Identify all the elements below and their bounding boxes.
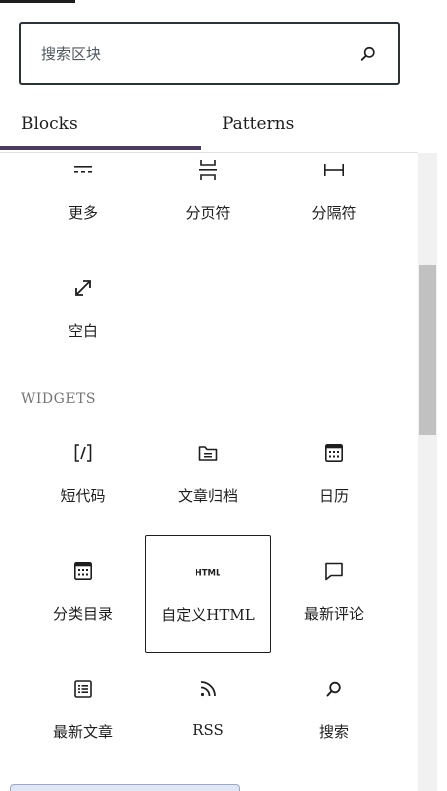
- block-rss[interactable]: RSS: [145, 653, 271, 771]
- block-page-break[interactable]: 分页符: [145, 153, 271, 252]
- block-label: 更多: [67, 204, 98, 222]
- block-label: 自定义HTML: [161, 606, 255, 624]
- archive-icon: [198, 446, 218, 461]
- search-icon[interactable]: [358, 44, 378, 64]
- active-tab-indicator: [0, 146, 201, 150]
- block-shortcode[interactable]: 短代码: [20, 417, 146, 535]
- separator-icon: [324, 164, 344, 176]
- tab-patterns[interactable]: Patterns: [201, 100, 418, 152]
- block-label: RSS: [192, 721, 224, 739]
- block-label: 最新评论: [303, 605, 364, 623]
- top-edge-line: [0, 0, 75, 3]
- block-label: 短代码: [60, 487, 106, 505]
- block-spacer[interactable]: 空白: [20, 252, 146, 370]
- search-icon: [326, 681, 341, 697]
- shortcode-icon: [74, 444, 92, 462]
- scrollbar-thumb[interactable]: [419, 265, 436, 435]
- block-search[interactable]: 搜索: [271, 653, 397, 771]
- list-icon: [74, 680, 92, 698]
- block-separator[interactable]: 分隔符: [271, 153, 397, 252]
- block-label: 搜索: [318, 723, 349, 741]
- block-archives[interactable]: 文章归档: [145, 417, 271, 535]
- more-icon: [74, 166, 92, 173]
- block-label: 日历: [318, 487, 349, 505]
- html-icon-text: HTML: [196, 569, 220, 579]
- block-label: 分页符: [185, 204, 231, 222]
- block-search[interactable]: [19, 22, 400, 85]
- page-break-icon: [199, 160, 217, 180]
- block-categories[interactable]: 分类目录: [20, 535, 146, 653]
- categories-icon: [73, 561, 92, 580]
- section-title-widgets: WIDGETS: [21, 391, 96, 407]
- block-more[interactable]: 更多: [20, 153, 146, 252]
- spacer-icon: [75, 280, 91, 296]
- block-latest-posts[interactable]: 最新文章: [20, 653, 146, 771]
- scrollbar[interactable]: [418, 153, 437, 791]
- block-label: 空白: [67, 322, 98, 340]
- block-label: 文章归档: [177, 487, 238, 505]
- block-custom-html[interactable]: HTML 自定义HTML: [145, 535, 271, 653]
- block-calendar[interactable]: 日历: [271, 417, 397, 535]
- block-label: 最新文章: [52, 723, 113, 741]
- bottom-overlay-strip: [10, 784, 240, 791]
- rss-icon: [200, 681, 216, 697]
- block-list: 更多 分页符 分隔符 空白 WIDGETS 短代码 文章归档 日历 分类目录 H…: [0, 153, 418, 791]
- block-label: 分隔符: [311, 204, 357, 222]
- block-label: 分类目录: [52, 605, 113, 623]
- tab-blocks[interactable]: Blocks: [0, 100, 201, 152]
- html-icon: HTML: [196, 569, 220, 579]
- calendar-icon: [324, 443, 343, 462]
- search-input[interactable]: [41, 24, 341, 83]
- comment-icon: [325, 562, 343, 581]
- block-latest-comments[interactable]: 最新评论: [271, 535, 397, 653]
